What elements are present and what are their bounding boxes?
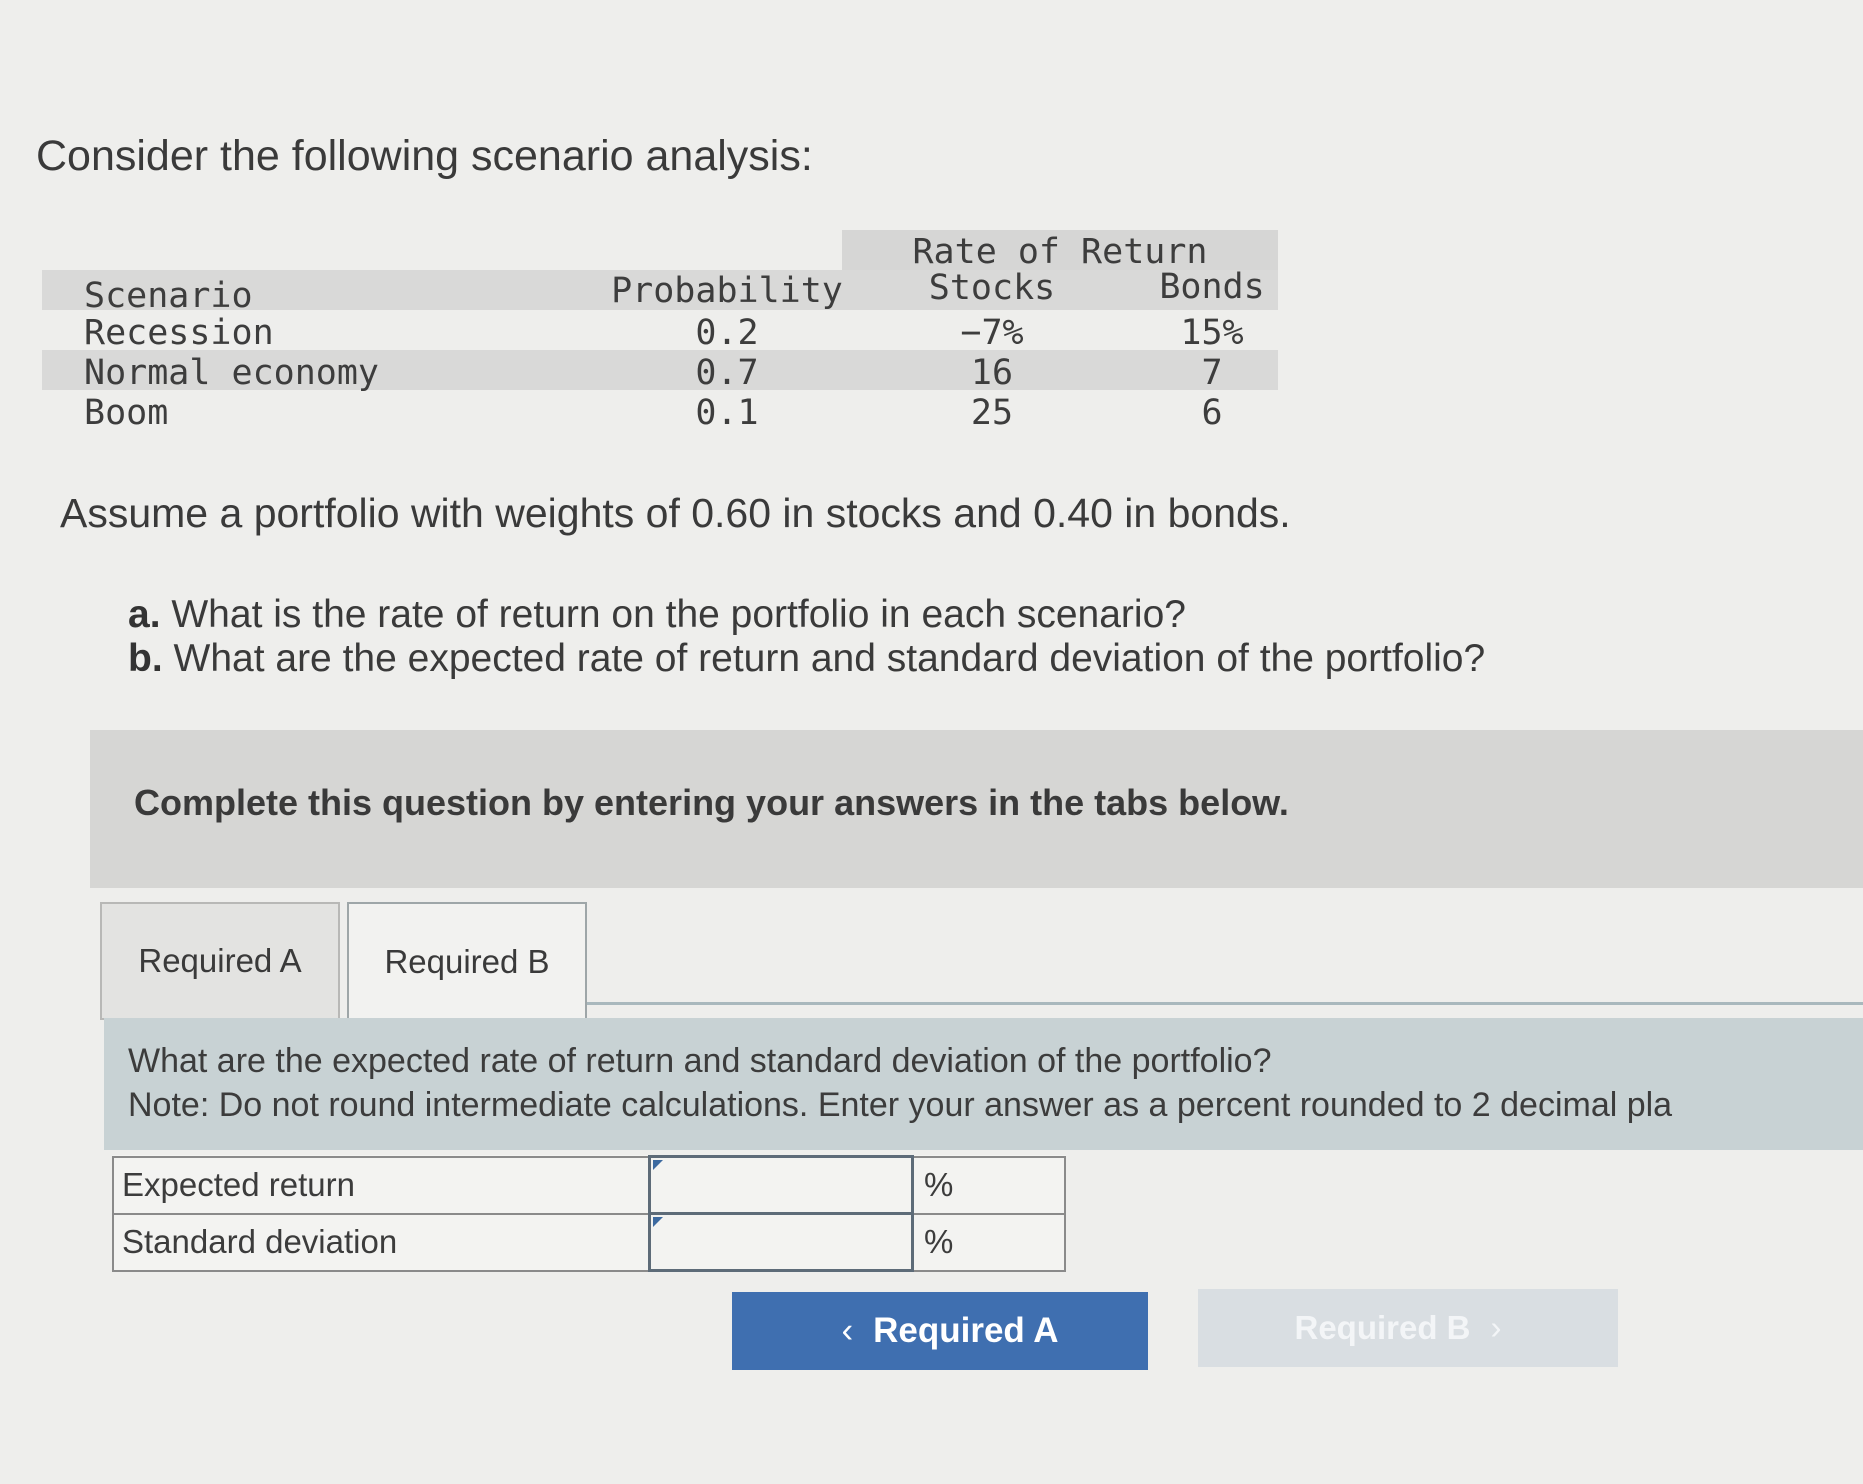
question-b-label: b. [128, 637, 163, 680]
answer-row-expected-return: Expected return % [112, 1155, 1066, 1215]
table-row: Normal economy 0.7 16 7 [42, 350, 1278, 393]
percent-unit: % [911, 1155, 1066, 1215]
chevron-left-icon: ‹ [841, 1311, 854, 1350]
question-b-text: What are the expected rate of return and… [173, 637, 1486, 680]
header-probability: Probability [611, 271, 843, 311]
table-group-header-row: Rate of Return [42, 228, 1278, 272]
cell-bonds: 6 [1201, 393, 1223, 433]
cell-probability: 0.2 [695, 313, 759, 353]
question-a: a. What is the rate of return on the por… [128, 593, 1186, 637]
cell-probability: 0.7 [695, 353, 759, 393]
panel-question: What are the expected rate of return and… [128, 1042, 1272, 1080]
cell-stocks: 25 [970, 393, 1014, 433]
cell-bonds: 7 [1201, 353, 1223, 393]
question-a-label: a. [128, 593, 161, 636]
expected-return-input[interactable] [648, 1155, 914, 1215]
cell-stocks: −7% [960, 313, 1024, 353]
panel-note: Note: Do not round intermediate calculat… [128, 1086, 1673, 1124]
answer-table: Expected return % Standard deviation % [112, 1155, 1066, 1272]
expected-return-label: Expected return [112, 1155, 651, 1215]
rate-of-return-header: Rate of Return [912, 232, 1208, 272]
tab-label: Required A [138, 942, 302, 979]
scenario-table: Rate of Return Scenario Probability Stoc… [42, 228, 1278, 433]
prev-button-label: Required A [873, 1311, 1059, 1350]
question-panel: What are the expected rate of return and… [104, 1018, 1863, 1150]
prev-required-a-button[interactable]: ‹ Required A [732, 1292, 1148, 1370]
cell-probability: 0.1 [695, 393, 759, 433]
chevron-right-icon: › [1490, 1309, 1502, 1346]
next-button-label: Required B [1294, 1309, 1471, 1346]
cell-scenario: Normal economy [84, 353, 380, 393]
assumption-text: Assume a portfolio with weights of 0.60 … [60, 490, 1291, 536]
cell-bonds: 15% [1180, 313, 1244, 353]
table-row: Boom 0.1 25 6 [42, 390, 1278, 433]
table-row: Recession 0.2 −7% 15% [42, 310, 1278, 353]
tab-label: Required B [384, 943, 550, 980]
question-a-text: What is the rate of return on the portfo… [171, 593, 1186, 636]
standard-deviation-input[interactable] [648, 1212, 914, 1272]
table-header-row: Scenario Probability Stocks Bonds [42, 267, 1278, 316]
tab-divider [587, 1002, 1863, 1005]
standard-deviation-label: Standard deviation [112, 1212, 651, 1272]
banner-text: Complete this question by entering your … [134, 782, 1289, 823]
question-b: b. What are the expected rate of return … [128, 637, 1485, 681]
answer-row-standard-deviation: Standard deviation % [112, 1212, 1066, 1272]
header-bonds: Bonds [1159, 267, 1265, 307]
tab-required-a[interactable]: Required A [100, 902, 340, 1020]
instructions-banner: Complete this question by entering your … [90, 730, 1863, 888]
header-stocks: Stocks [928, 268, 1056, 308]
intro-text: Consider the following scenario analysis… [36, 132, 813, 180]
tab-required-b[interactable]: Required B [347, 902, 587, 1020]
cell-scenario: Recession [84, 313, 274, 353]
cell-stocks: 16 [970, 353, 1014, 393]
next-required-b-button: Required B › [1198, 1289, 1618, 1367]
cell-scenario: Boom [84, 393, 169, 433]
percent-unit: % [911, 1212, 1066, 1272]
